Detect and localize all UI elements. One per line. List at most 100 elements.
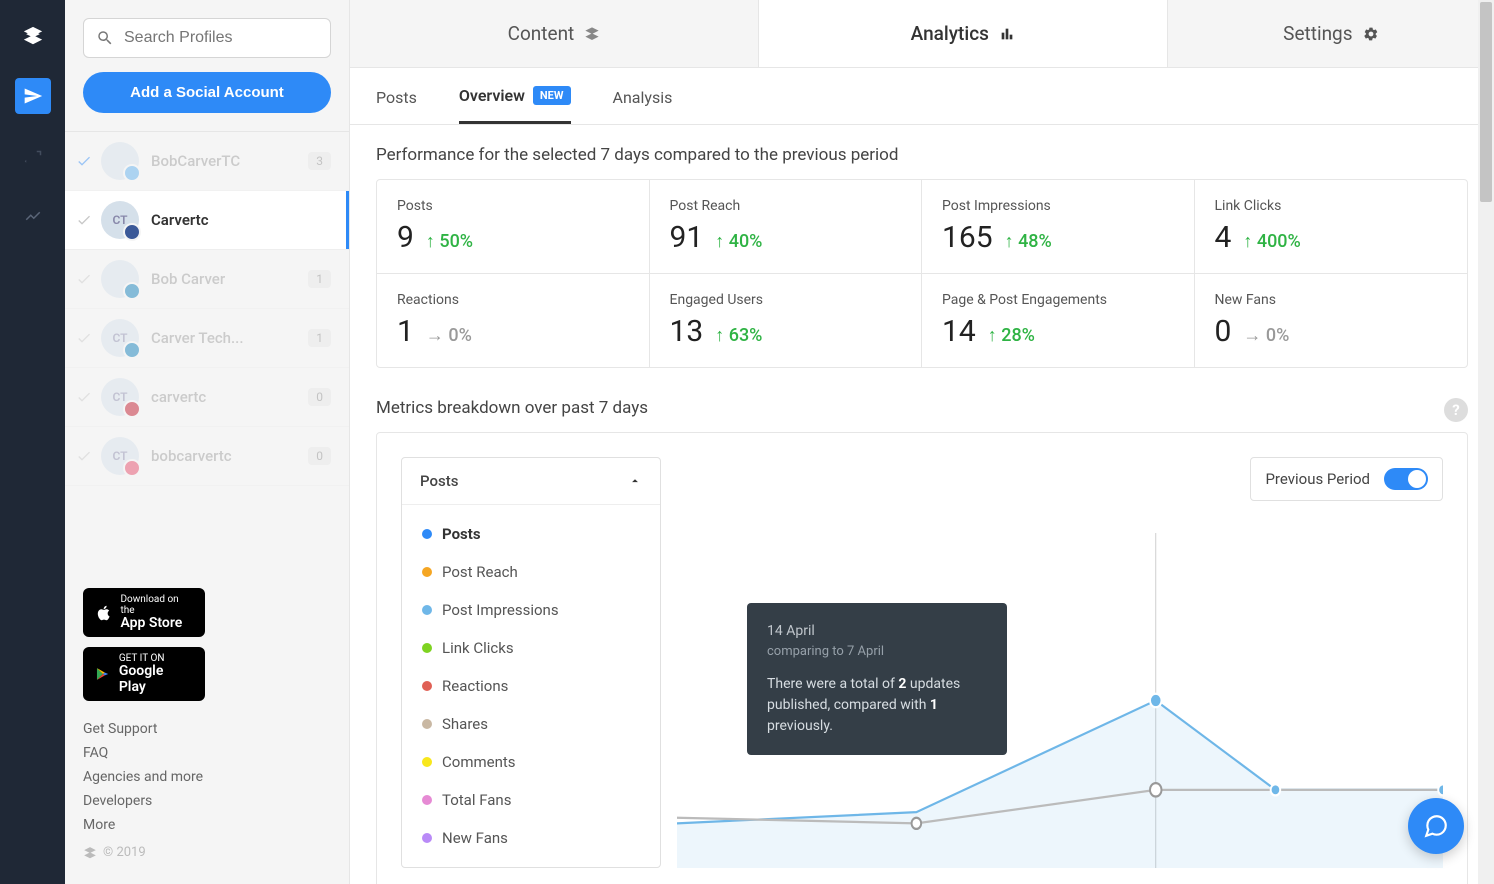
profile-count: 1 [308, 329, 331, 347]
metric-label: Reactions [397, 292, 629, 308]
profile-name: Carver Tech... [151, 329, 308, 347]
linkedin-icon [123, 282, 141, 300]
help-icon[interactable]: ? [1444, 398, 1468, 422]
metric-value: 9 [397, 220, 414, 255]
footer-link[interactable]: Developers [83, 793, 331, 809]
apple-icon [95, 604, 112, 622]
metric-card[interactable]: Page & Post Engagements 14 ↑ 28% [922, 274, 1195, 367]
add-social-account-button[interactable]: Add a Social Account [83, 72, 331, 113]
chevron-up-icon [628, 474, 642, 488]
profile-name: Carvertc [151, 211, 331, 229]
dropdown-option[interactable]: Post Reach [410, 553, 652, 591]
reply-icon[interactable] [15, 138, 51, 174]
breakdown-card: Posts PostsPost ReachPost ImpressionsLin… [376, 432, 1468, 884]
metric-change: ↑ 63% [715, 325, 762, 346]
check-icon [73, 271, 95, 287]
facebook-icon [123, 223, 141, 241]
metric-card[interactable]: New Fans 0 → 0% [1195, 274, 1468, 367]
publish-icon[interactable] [15, 78, 51, 114]
metric-label: New Fans [1215, 292, 1448, 308]
metric-card[interactable]: Engaged Users 13 ↑ 63% [650, 274, 923, 367]
dropdown-option[interactable]: Shares [410, 705, 652, 743]
metrics-grid: Posts 9 ↑ 50% Post Reach 91 ↑ 40% Post I… [376, 179, 1468, 368]
app-rail [0, 0, 65, 884]
dropdown-option[interactable]: Total Fans [410, 781, 652, 819]
avatar: CT [101, 378, 139, 416]
twitter-icon [123, 164, 141, 182]
profile-item[interactable]: BobCarverTC 3 [65, 132, 349, 191]
scrollbar[interactable] [1478, 0, 1494, 884]
profile-name: BobCarverTC [151, 152, 308, 170]
buffer-logo-icon[interactable] [15, 18, 51, 54]
gear-icon [1363, 26, 1379, 42]
footer-link[interactable]: Get Support [83, 721, 331, 737]
subtab-overview[interactable]: Overview NEW [459, 86, 571, 124]
new-badge: NEW [533, 86, 571, 105]
metric-value: 91 [670, 220, 704, 255]
metric-label: Post Impressions [942, 198, 1174, 214]
stack-icon [584, 26, 600, 42]
sub-tabs: Posts Overview NEW Analysis [350, 68, 1494, 125]
previous-period-toggle[interactable]: Previous Period [1250, 457, 1443, 501]
profile-count: 1 [308, 270, 331, 288]
metric-value: 13 [670, 314, 704, 349]
search-input[interactable] [124, 29, 318, 47]
color-dot-icon [422, 757, 432, 767]
content-area[interactable]: Performance for the selected 7 days comp… [350, 125, 1494, 884]
avatar: CT [101, 201, 139, 239]
footer-link[interactable]: FAQ [83, 745, 331, 761]
avatar: CT [101, 437, 139, 475]
profile-item[interactable]: CT carvertc 0 [65, 368, 349, 427]
subtab-analysis[interactable]: Analysis [613, 86, 673, 124]
check-icon [73, 212, 95, 228]
instagram-icon [123, 459, 141, 477]
app-store-badge[interactable]: Download on theApp Store [83, 588, 205, 637]
metric-card[interactable]: Link Clicks 4 ↑ 400% [1195, 180, 1468, 274]
metric-card[interactable]: Post Impressions 165 ↑ 48% [922, 180, 1195, 274]
footer-link[interactable]: More [83, 817, 331, 833]
subtab-posts[interactable]: Posts [376, 86, 417, 124]
metric-value: 0 [1215, 314, 1232, 349]
metric-label: Page & Post Engagements [942, 292, 1174, 308]
footer-link[interactable]: Agencies and more [83, 769, 331, 785]
metric-label: Posts [397, 198, 629, 214]
chat-help-button[interactable] [1408, 798, 1464, 854]
metric-label: Engaged Users [670, 292, 902, 308]
metric-dropdown[interactable]: Posts PostsPost ReachPost ImpressionsLin… [401, 457, 661, 868]
search-profiles-box[interactable] [83, 18, 331, 58]
check-icon [73, 153, 95, 169]
google-play-icon [95, 666, 111, 682]
tab-settings[interactable]: Settings [1168, 0, 1494, 67]
metric-value: 4 [1215, 220, 1232, 255]
google-play-badge[interactable]: GET IT ONGoogle Play [83, 647, 205, 701]
metric-card[interactable]: Posts 9 ↑ 50% [377, 180, 650, 274]
profile-item[interactable]: CT Carvertc [65, 191, 349, 250]
metric-card[interactable]: Post Reach 91 ↑ 40% [650, 180, 923, 274]
dropdown-option[interactable]: Post Impressions [410, 591, 652, 629]
toggle-switch[interactable] [1384, 468, 1428, 490]
metric-change: → 0% [1243, 325, 1289, 346]
color-dot-icon [422, 567, 432, 577]
dropdown-head[interactable]: Posts [402, 458, 660, 504]
tab-content[interactable]: Content [350, 0, 759, 67]
sidebar-footer: Download on theApp Store GET IT ONGoogle… [65, 574, 349, 874]
dropdown-option[interactable]: Posts [410, 515, 652, 553]
dropdown-option[interactable]: New Fans [410, 819, 652, 857]
color-dot-icon [422, 643, 432, 653]
color-dot-icon [422, 719, 432, 729]
dropdown-option[interactable]: Reactions [410, 667, 652, 705]
metric-card[interactable]: Reactions 1 → 0% [377, 274, 650, 367]
color-dot-icon [422, 795, 432, 805]
metric-change: ↑ 50% [426, 231, 473, 252]
profile-item[interactable]: CT Carver Tech... 1 [65, 309, 349, 368]
check-icon [73, 389, 95, 405]
profile-item[interactable]: Bob Carver 1 [65, 250, 349, 309]
analyze-icon[interactable] [15, 198, 51, 234]
check-icon [73, 330, 95, 346]
profile-name: Bob Carver [151, 270, 308, 288]
color-dot-icon [422, 605, 432, 615]
dropdown-option[interactable]: Comments [410, 743, 652, 781]
dropdown-option[interactable]: Link Clicks [410, 629, 652, 667]
tab-analytics[interactable]: Analytics [759, 0, 1168, 67]
profile-item[interactable]: CT bobcarvertc 0 [65, 427, 349, 486]
